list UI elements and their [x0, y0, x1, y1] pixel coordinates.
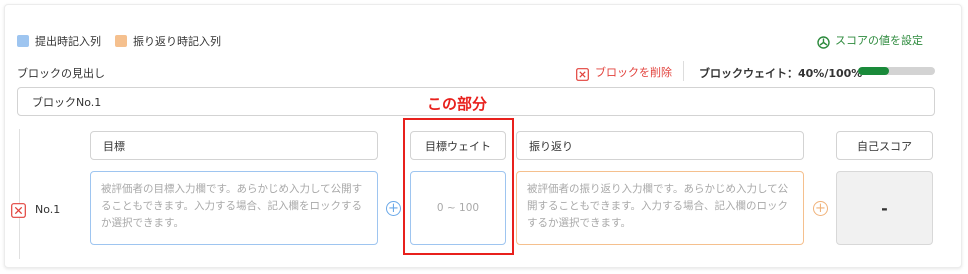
remove-row-button[interactable] [11, 203, 26, 218]
score-setting-link[interactable]: スコアの値を設定 [817, 32, 923, 49]
legend-label-submit: 提出時記入列 [35, 35, 101, 48]
legend-swatch-submit [17, 35, 29, 47]
self-score-box: - [836, 171, 933, 245]
block-title-value: ブロックNo.1 [32, 95, 102, 109]
remove-row-x-icon [11, 203, 26, 218]
add-reflection-plus-icon[interactable]: + [813, 201, 828, 216]
block-weight-progress-fill [858, 67, 889, 75]
annotation-label: この部分 [427, 95, 488, 113]
annotation-highlight-box [403, 118, 514, 255]
legend-swatch-reflection [115, 35, 127, 47]
goal-textarea[interactable]: 被評価者の目標入力欄です。あらかじめ入力して公開することもできます。入力する場合… [90, 171, 378, 245]
reflection-column-header: 振り返り [516, 131, 804, 160]
delete-block-button[interactable]: ブロックを削除 [576, 64, 672, 81]
evaluation-block-card: 提出時記入列 振り返り時記入列 スコアの値を設定 ブロックの見出し ブロックを削… [4, 4, 962, 268]
row-guide-line [19, 129, 20, 259]
row-label: No.1 [35, 203, 61, 216]
add-goal-plus-icon[interactable]: + [386, 201, 401, 216]
reflection-textarea[interactable]: 被評価者の振り返り入力欄です。あらかじめ入力して公開することもできます。入力する… [516, 171, 804, 245]
header-divider [683, 61, 684, 81]
block-weight-progress-bar [858, 67, 935, 75]
self-score-value: - [881, 198, 888, 218]
legend-label-reflection: 振り返り時記入列 [133, 35, 221, 48]
delete-block-label: ブロックを削除 [595, 66, 672, 79]
delete-x-icon [576, 66, 589, 81]
block-weight-label: ブロックウェイト：40%/100% [699, 67, 863, 80]
score-setting-label: スコアの値を設定 [835, 34, 923, 47]
score-settings-icon [817, 34, 830, 49]
goal-column-header: 目標 [90, 131, 378, 160]
block-heading-label: ブロックの見出し [17, 67, 105, 80]
self-score-column-header: 自己スコア [836, 131, 933, 160]
